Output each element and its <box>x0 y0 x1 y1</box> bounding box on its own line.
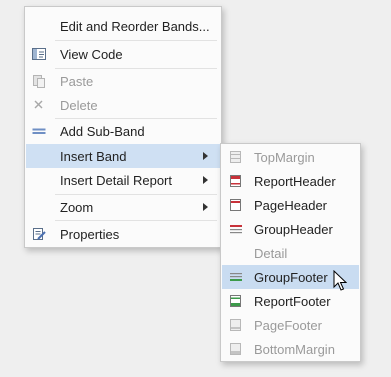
add-sub-band-icon <box>32 124 46 138</box>
menu-item-label: Zoom <box>60 200 94 215</box>
page-header-icon <box>229 198 243 212</box>
submenu-item-page-header[interactable]: PageHeader <box>222 193 359 217</box>
menu-item-edit-reorder-bands[interactable]: Edit and Reorder Bands... <box>26 14 220 38</box>
menu-separator <box>55 220 217 221</box>
mouse-cursor-icon <box>333 269 348 292</box>
submenu-arrow-icon <box>203 176 208 184</box>
menu-item-label: Delete <box>60 98 98 113</box>
submenu-item-label: Detail <box>254 246 288 261</box>
paste-icon <box>32 74 46 88</box>
menu-item-view-code[interactable]: View Code <box>26 42 220 66</box>
submenu-item-detail[interactable]: Detail <box>222 241 359 265</box>
report-footer-icon <box>229 294 243 308</box>
menu-item-zoom[interactable]: Zoom <box>26 195 220 219</box>
menu-item-label: Add Sub-Band <box>60 124 145 139</box>
view-code-icon <box>32 47 46 61</box>
submenu-item-label: TopMargin <box>254 150 315 165</box>
menu-item-label: Paste <box>60 74 94 89</box>
menu-item-delete[interactable]: Delete <box>26 93 220 117</box>
top-margin-icon <box>229 150 243 164</box>
submenu-item-top-margin[interactable]: TopMargin <box>222 145 359 169</box>
group-header-icon <box>229 222 243 236</box>
report-header-icon <box>229 174 243 188</box>
properties-icon <box>32 227 46 241</box>
delete-icon <box>32 98 46 112</box>
submenu-item-label: GroupFooter <box>254 270 328 285</box>
menu-item-paste[interactable]: Paste <box>26 69 220 93</box>
page-footer-icon <box>229 318 243 332</box>
submenu-item-report-footer[interactable]: ReportFooter <box>222 289 359 313</box>
submenu-item-label: ReportFooter <box>254 294 331 309</box>
submenu-item-bottom-margin[interactable]: BottomMargin <box>222 337 359 361</box>
submenu-item-label: PageHeader <box>254 198 327 213</box>
menu-item-label: Insert Band <box>60 149 127 164</box>
menu-item-label: View Code <box>60 47 123 62</box>
submenu-arrow-icon <box>203 152 208 160</box>
menu-item-label: Edit and Reorder Bands... <box>60 19 210 34</box>
submenu-item-label: GroupHeader <box>254 222 333 237</box>
submenu-item-page-footer[interactable]: PageFooter <box>222 313 359 337</box>
submenu-item-label: ReportHeader <box>254 174 336 189</box>
insert-band-submenu: TopMargin ReportHeader PageHeader GroupH… <box>220 143 361 362</box>
menu-item-label: Insert Detail Report <box>60 173 172 188</box>
menu-item-add-sub-band[interactable]: Add Sub-Band <box>26 119 220 143</box>
submenu-item-group-header[interactable]: GroupHeader <box>222 217 359 241</box>
menu-item-properties[interactable]: Properties <box>26 222 220 246</box>
menu-item-insert-detail-report[interactable]: Insert Detail Report <box>26 168 220 192</box>
bottom-margin-icon <box>229 342 243 356</box>
submenu-item-label: PageFooter <box>254 318 322 333</box>
submenu-arrow-icon <box>203 203 208 211</box>
menu-item-insert-band[interactable]: Insert Band <box>26 144 220 168</box>
menu-item-label: Properties <box>60 227 120 242</box>
group-footer-icon <box>229 270 243 284</box>
submenu-item-report-header[interactable]: ReportHeader <box>222 169 359 193</box>
context-menu: Edit and Reorder Bands... View Code Past… <box>24 6 222 248</box>
submenu-item-label: BottomMargin <box>254 342 335 357</box>
menu-separator <box>55 40 217 41</box>
